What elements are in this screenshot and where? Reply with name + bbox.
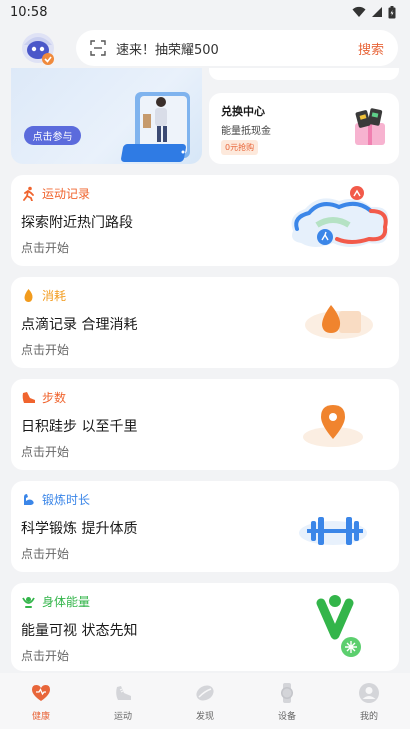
nav-label: 我的 [359, 712, 378, 722]
discover-icon [196, 685, 214, 701]
status-bar: 10:58 [0, 0, 410, 24]
profile-icon [359, 683, 379, 703]
exchange-center-card[interactable]: 兑换中心 能量抵现金 0元抢购 [209, 93, 399, 164]
nav-devices[interactable]: 设备 [246, 673, 328, 729]
nav-label: 设备 [277, 712, 296, 722]
card-action[interactable]: 点击开始 [21, 239, 69, 256]
card-title: 能量可视 状态先知 [21, 623, 138, 639]
bottom-nav: 健康 运动 发现 设备 我的 [0, 673, 410, 729]
card-category: 身体能量 [42, 595, 91, 609]
search-hint[interactable]: 速来！抽荣耀500 [116, 39, 358, 58]
location-pin-icon [303, 405, 363, 447]
card-title: 点滴记录 合理消耗 [21, 317, 138, 333]
signal-icon [372, 7, 382, 17]
card-header: 运动记录 [21, 185, 90, 202]
heart-icon [32, 685, 50, 701]
nav-exercise[interactable]: 运动 [82, 673, 164, 729]
nav-health[interactable]: 健康 [0, 673, 82, 729]
card-header: 身体能量 [21, 593, 90, 610]
card-action[interactable]: 点击开始 [21, 647, 69, 664]
card-action[interactable]: 点击开始 [21, 443, 69, 460]
nav-label: 发现 [195, 712, 214, 722]
exchange-subtitle: 能量抵现金 [221, 126, 271, 137]
search-bar[interactable]: 速来！抽荣耀500 搜索 [76, 30, 398, 66]
exchange-tag: 0元抢购 [221, 140, 259, 155]
card-calories[interactable]: 消耗 点滴记录 合理消耗 点击开始 [11, 277, 399, 368]
card-category: 步数 [42, 391, 67, 405]
card-category: 消耗 [42, 289, 67, 303]
exchange-title: 兑换中心 [221, 105, 265, 118]
nav-profile[interactable]: 我的 [328, 673, 410, 729]
card-exercise-record[interactable]: 运动记录 探索附近热门路段 点击开始 [11, 175, 399, 266]
status-time: 10:58 [10, 4, 48, 20]
energy-leaf-icon [22, 597, 35, 608]
card-category: 运动记录 [42, 187, 91, 201]
gift-box-icon [355, 108, 385, 145]
mascot-avatar-icon [22, 33, 54, 65]
card-workout-duration[interactable]: 锻炼时长 科学锻炼 提升体质 点击开始 [11, 481, 399, 572]
flame-icon [24, 289, 33, 302]
dumbbell-icon [299, 517, 367, 545]
status-icons [352, 5, 396, 19]
card-title: 探索附近热门路段 [21, 215, 133, 231]
calorie-drop-icon [305, 305, 373, 339]
card-title: 日积跬步 以至千里 [21, 419, 138, 435]
sneaker-icon [116, 686, 131, 700]
bicep-icon [24, 494, 34, 505]
card-title: 科学锻炼 提升体质 [21, 521, 138, 537]
watch-icon [281, 683, 293, 703]
nav-discover[interactable]: 发现 [164, 673, 246, 729]
nav-label: 运动 [113, 712, 132, 722]
nav-label: 健康 [31, 712, 50, 722]
scan-icon[interactable] [90, 40, 106, 56]
card-action[interactable]: 点击开始 [21, 545, 69, 562]
avatar[interactable] [18, 27, 60, 69]
card-header: 消耗 [21, 287, 66, 304]
card-header: 步数 [21, 389, 66, 406]
route-map-icon [291, 186, 389, 247]
card-category: 锻炼时长 [42, 493, 91, 507]
promo-card-top[interactable] [209, 68, 399, 80]
top-bar: 速来！抽荣耀500 搜索 [0, 24, 410, 72]
promo-row: 点击参与 兑换中心 能量抵现金 0元抢购 [11, 68, 399, 164]
promo-banner[interactable]: 点击参与 [11, 68, 202, 164]
card-body-energy[interactable]: 身体能量 能量可视 状态先知 点击开始 [11, 583, 399, 671]
card-action[interactable]: 点击开始 [21, 341, 69, 358]
shoe-icon [22, 392, 35, 403]
join-button[interactable]: 点击参与 [24, 126, 81, 145]
wifi-icon [352, 6, 366, 17]
battery-icon [388, 5, 396, 18]
promo-illustration [121, 92, 190, 162]
body-energy-icon [316, 595, 361, 657]
card-steps[interactable]: 步数 日积跬步 以至千里 点击开始 [11, 379, 399, 470]
card-header: 锻炼时长 [21, 491, 90, 508]
search-button[interactable]: 搜索 [358, 39, 384, 58]
runner-icon [23, 186, 34, 201]
